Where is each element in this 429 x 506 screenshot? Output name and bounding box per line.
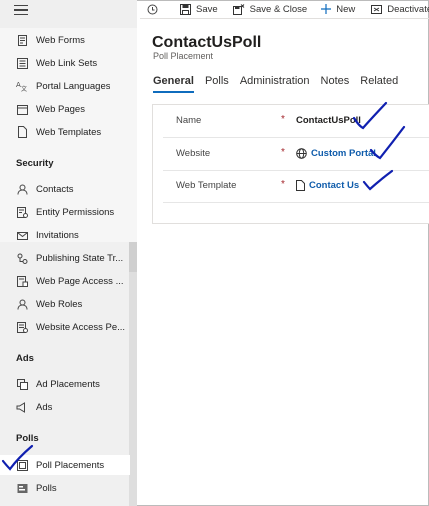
tab-general[interactable]: General (153, 75, 194, 93)
record-entity-name: Poll Placement (153, 51, 214, 61)
sidebar-item-ads[interactable]: Ads (0, 397, 130, 417)
ad-placements-icon (16, 378, 28, 390)
save-button[interactable]: Save (180, 3, 218, 15)
sidebar-item-web-forms[interactable]: Web Forms (0, 30, 130, 50)
plus-icon (321, 4, 332, 14)
sidebar-item-web-pages[interactable]: Web Pages (0, 99, 130, 119)
polls-icon (16, 482, 28, 494)
history-button[interactable] (147, 4, 163, 15)
sidebar-item-label: Contacts (36, 183, 74, 195)
page-access-icon (16, 275, 28, 287)
sidebar-item-web-page-access[interactable]: Web Page Access ... (0, 271, 130, 291)
website-lookup-text[interactable]: Custom Portal (311, 148, 376, 159)
website-lookup-value[interactable]: Custom Portal (296, 148, 376, 159)
sidebar-item-label: Web Page Access ... (36, 275, 124, 287)
tab-polls[interactable]: Polls (205, 75, 229, 93)
sidebar-item-ad-placements[interactable]: Ad Placements (0, 374, 130, 394)
entity-permissions-icon (16, 206, 28, 218)
ads-group-header: Ads (16, 353, 34, 364)
name-field-label: Name (176, 115, 202, 126)
sidebar-item-label: Web Roles (36, 298, 83, 310)
annotation-checkmark (362, 169, 394, 191)
publishing-state-icon (16, 252, 28, 264)
sidebar-item-invitations[interactable]: Invitations (0, 225, 130, 245)
annotation-checkmark (1, 444, 34, 471)
sidebar-item-label: Polls (36, 482, 57, 494)
security-group-header: Security (16, 158, 54, 169)
deactivate-label: Deactivate (387, 3, 429, 15)
sidebar-item-website-access-permissions[interactable]: Website Access Pe... (0, 317, 130, 337)
sidebar-item-label: Web Pages (36, 103, 85, 115)
sidebar-scrollbar[interactable] (129, 242, 137, 506)
deactivate-icon (371, 4, 383, 14)
sidebar-item-label: Web Templates (36, 126, 102, 138)
sidebar-item-label: Portal Languages (36, 80, 111, 92)
sidebar-item-publishing-state-transitions[interactable]: Publishing State Tr... (0, 248, 130, 268)
sidebar-item-entity-permissions[interactable]: Entity Permissions (0, 202, 130, 222)
sidebar-item-polls[interactable]: Polls (0, 478, 130, 498)
invitation-icon (16, 229, 28, 241)
tab-administration[interactable]: Administration (240, 75, 310, 93)
sidebar-scrollbar-thumb[interactable] (129, 242, 137, 272)
annotation-checkmark (369, 125, 406, 160)
sidebar-item-web-link-sets[interactable]: Web Link Sets (0, 53, 130, 73)
save-close-icon (232, 3, 245, 15)
new-label: New (336, 3, 356, 15)
sidebar-item-label: Entity Permissions (36, 206, 115, 218)
sidebar-item-label: Invitations (36, 229, 79, 241)
web-link-sets-icon (16, 57, 28, 69)
save-icon (180, 3, 191, 15)
sidebar-item-portal-languages[interactable]: A文 Portal Languages (0, 76, 130, 96)
required-indicator: * (281, 114, 285, 125)
sidebar-item-label: Publishing State Tr... (36, 252, 124, 264)
sidebar: Web Forms Web Link Sets A文 Portal Langua… (0, 0, 137, 506)
deactivate-button[interactable]: Deactivate (371, 4, 429, 15)
globe-icon (296, 148, 307, 159)
sidebar-item-label: Ads (36, 401, 53, 413)
tab-notes[interactable]: Notes (321, 75, 350, 93)
required-indicator: * (281, 179, 285, 190)
sidebar-item-label: Ad Placements (36, 378, 100, 390)
web-template-lookup-text[interactable]: Contact Us (309, 180, 359, 191)
web-pages-icon (16, 103, 28, 115)
sidebar-item-web-roles[interactable]: Web Roles (0, 294, 130, 314)
web-template-lookup-value[interactable]: Contact Us (296, 180, 359, 191)
save-and-close-button[interactable]: Save & Close (232, 3, 308, 15)
portal-languages-icon: A文 (16, 80, 28, 92)
sidebar-item-contacts[interactable]: Contacts (0, 179, 130, 199)
record-title: ContactUsPoll (152, 34, 262, 51)
web-template-field-label: Web Template (176, 180, 237, 191)
form-tabs: General Polls Administration Notes Relat… (153, 75, 409, 93)
tab-related[interactable]: Related (360, 75, 398, 93)
new-button[interactable]: New (321, 4, 355, 15)
sidebar-item-web-templates[interactable]: Web Templates (0, 122, 130, 142)
person-icon (16, 298, 28, 310)
website-access-icon (16, 321, 28, 333)
person-icon (16, 183, 28, 195)
web-forms-icon (16, 34, 28, 46)
save-close-label: Save & Close (249, 3, 308, 15)
required-indicator: * (281, 147, 285, 158)
sidebar-item-label: Web Link Sets (36, 57, 98, 69)
sidebar-item-label: Web Forms (36, 34, 85, 46)
command-bar: Save Save & Close New Deactivate (140, 0, 429, 19)
history-icon (147, 4, 158, 14)
hamburger-menu-icon[interactable] (14, 5, 28, 17)
megaphone-icon (16, 401, 28, 413)
sidebar-item-label: Website Access Pe... (36, 321, 126, 333)
polls-group-header: Polls (16, 433, 39, 444)
sidebar-item-label: Poll Placements (36, 459, 105, 471)
web-templates-icon (16, 126, 28, 138)
svg-text:文: 文 (21, 85, 27, 92)
field-divider (163, 202, 429, 203)
document-icon (296, 180, 305, 191)
website-field-label: Website (176, 148, 211, 159)
sidebar-header (0, 0, 137, 28)
save-label: Save (196, 3, 218, 15)
